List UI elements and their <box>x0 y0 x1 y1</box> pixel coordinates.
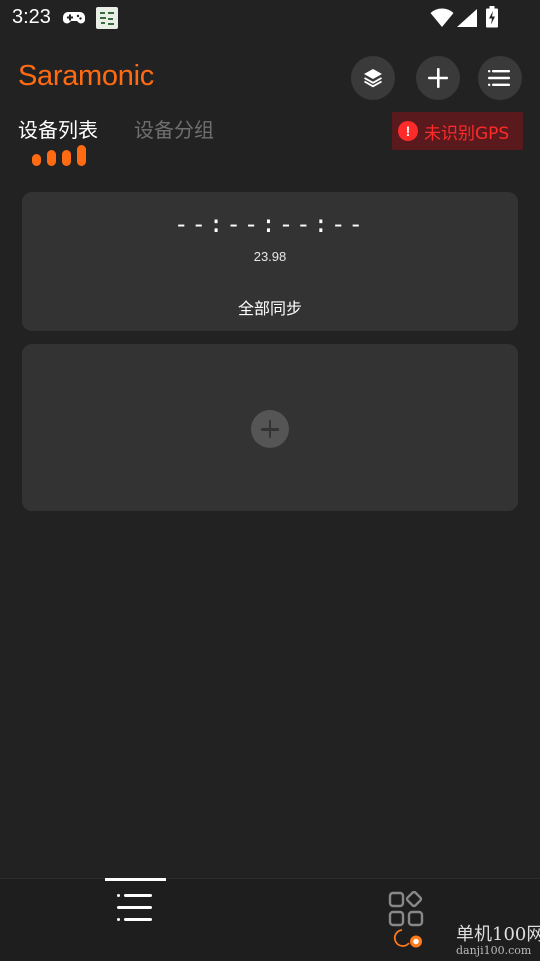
status-time: 3:23 <box>12 6 51 28</box>
layers-button[interactable] <box>351 56 395 100</box>
frame-rate: 23.98 <box>253 249 287 264</box>
list-icon[interactable] <box>117 893 155 923</box>
battery-charging-icon <box>486 6 498 28</box>
timecode-display: --:--:--:-- <box>174 210 366 238</box>
gamepad-icon <box>63 12 85 24</box>
watermark-logo-icon <box>393 929 422 948</box>
menu-lines-icon <box>488 70 510 86</box>
brand-logo: Saramonic <box>18 60 154 92</box>
menu-button[interactable] <box>478 56 522 100</box>
watermark-url: danji100.com <box>456 944 532 957</box>
tab-device-groups[interactable]: 设备分组 <box>134 114 214 143</box>
layers-icon <box>364 69 382 88</box>
plus-icon <box>428 68 448 88</box>
watermark: 单机100网 danji100.com <box>390 912 540 960</box>
sync-all-button[interactable]: 全部同步 <box>22 295 518 319</box>
plus-circle-icon[interactable] <box>251 410 289 448</box>
tab-device-list[interactable]: 设备列表 <box>18 114 98 143</box>
gps-status-badge[interactable]: ! 未识别GPS <box>392 112 523 150</box>
alert-icon: ! <box>398 121 418 141</box>
status-bar: 3:23 <box>0 0 540 38</box>
cell-signal-icon <box>457 9 477 27</box>
add-button[interactable] <box>416 56 460 100</box>
watermark-title: 单机100网 <box>456 924 540 945</box>
app-notification-icon <box>96 7 118 29</box>
timecode-sync-card[interactable]: --:--:--:-- 23.98 全部同步 <box>22 192 518 331</box>
nav-active-indicator <box>105 878 166 881</box>
add-device-card[interactable] <box>22 344 518 511</box>
tab-active-indicator <box>32 144 88 166</box>
gps-status-text: 未识别GPS <box>424 123 510 144</box>
wifi-icon <box>430 8 454 27</box>
